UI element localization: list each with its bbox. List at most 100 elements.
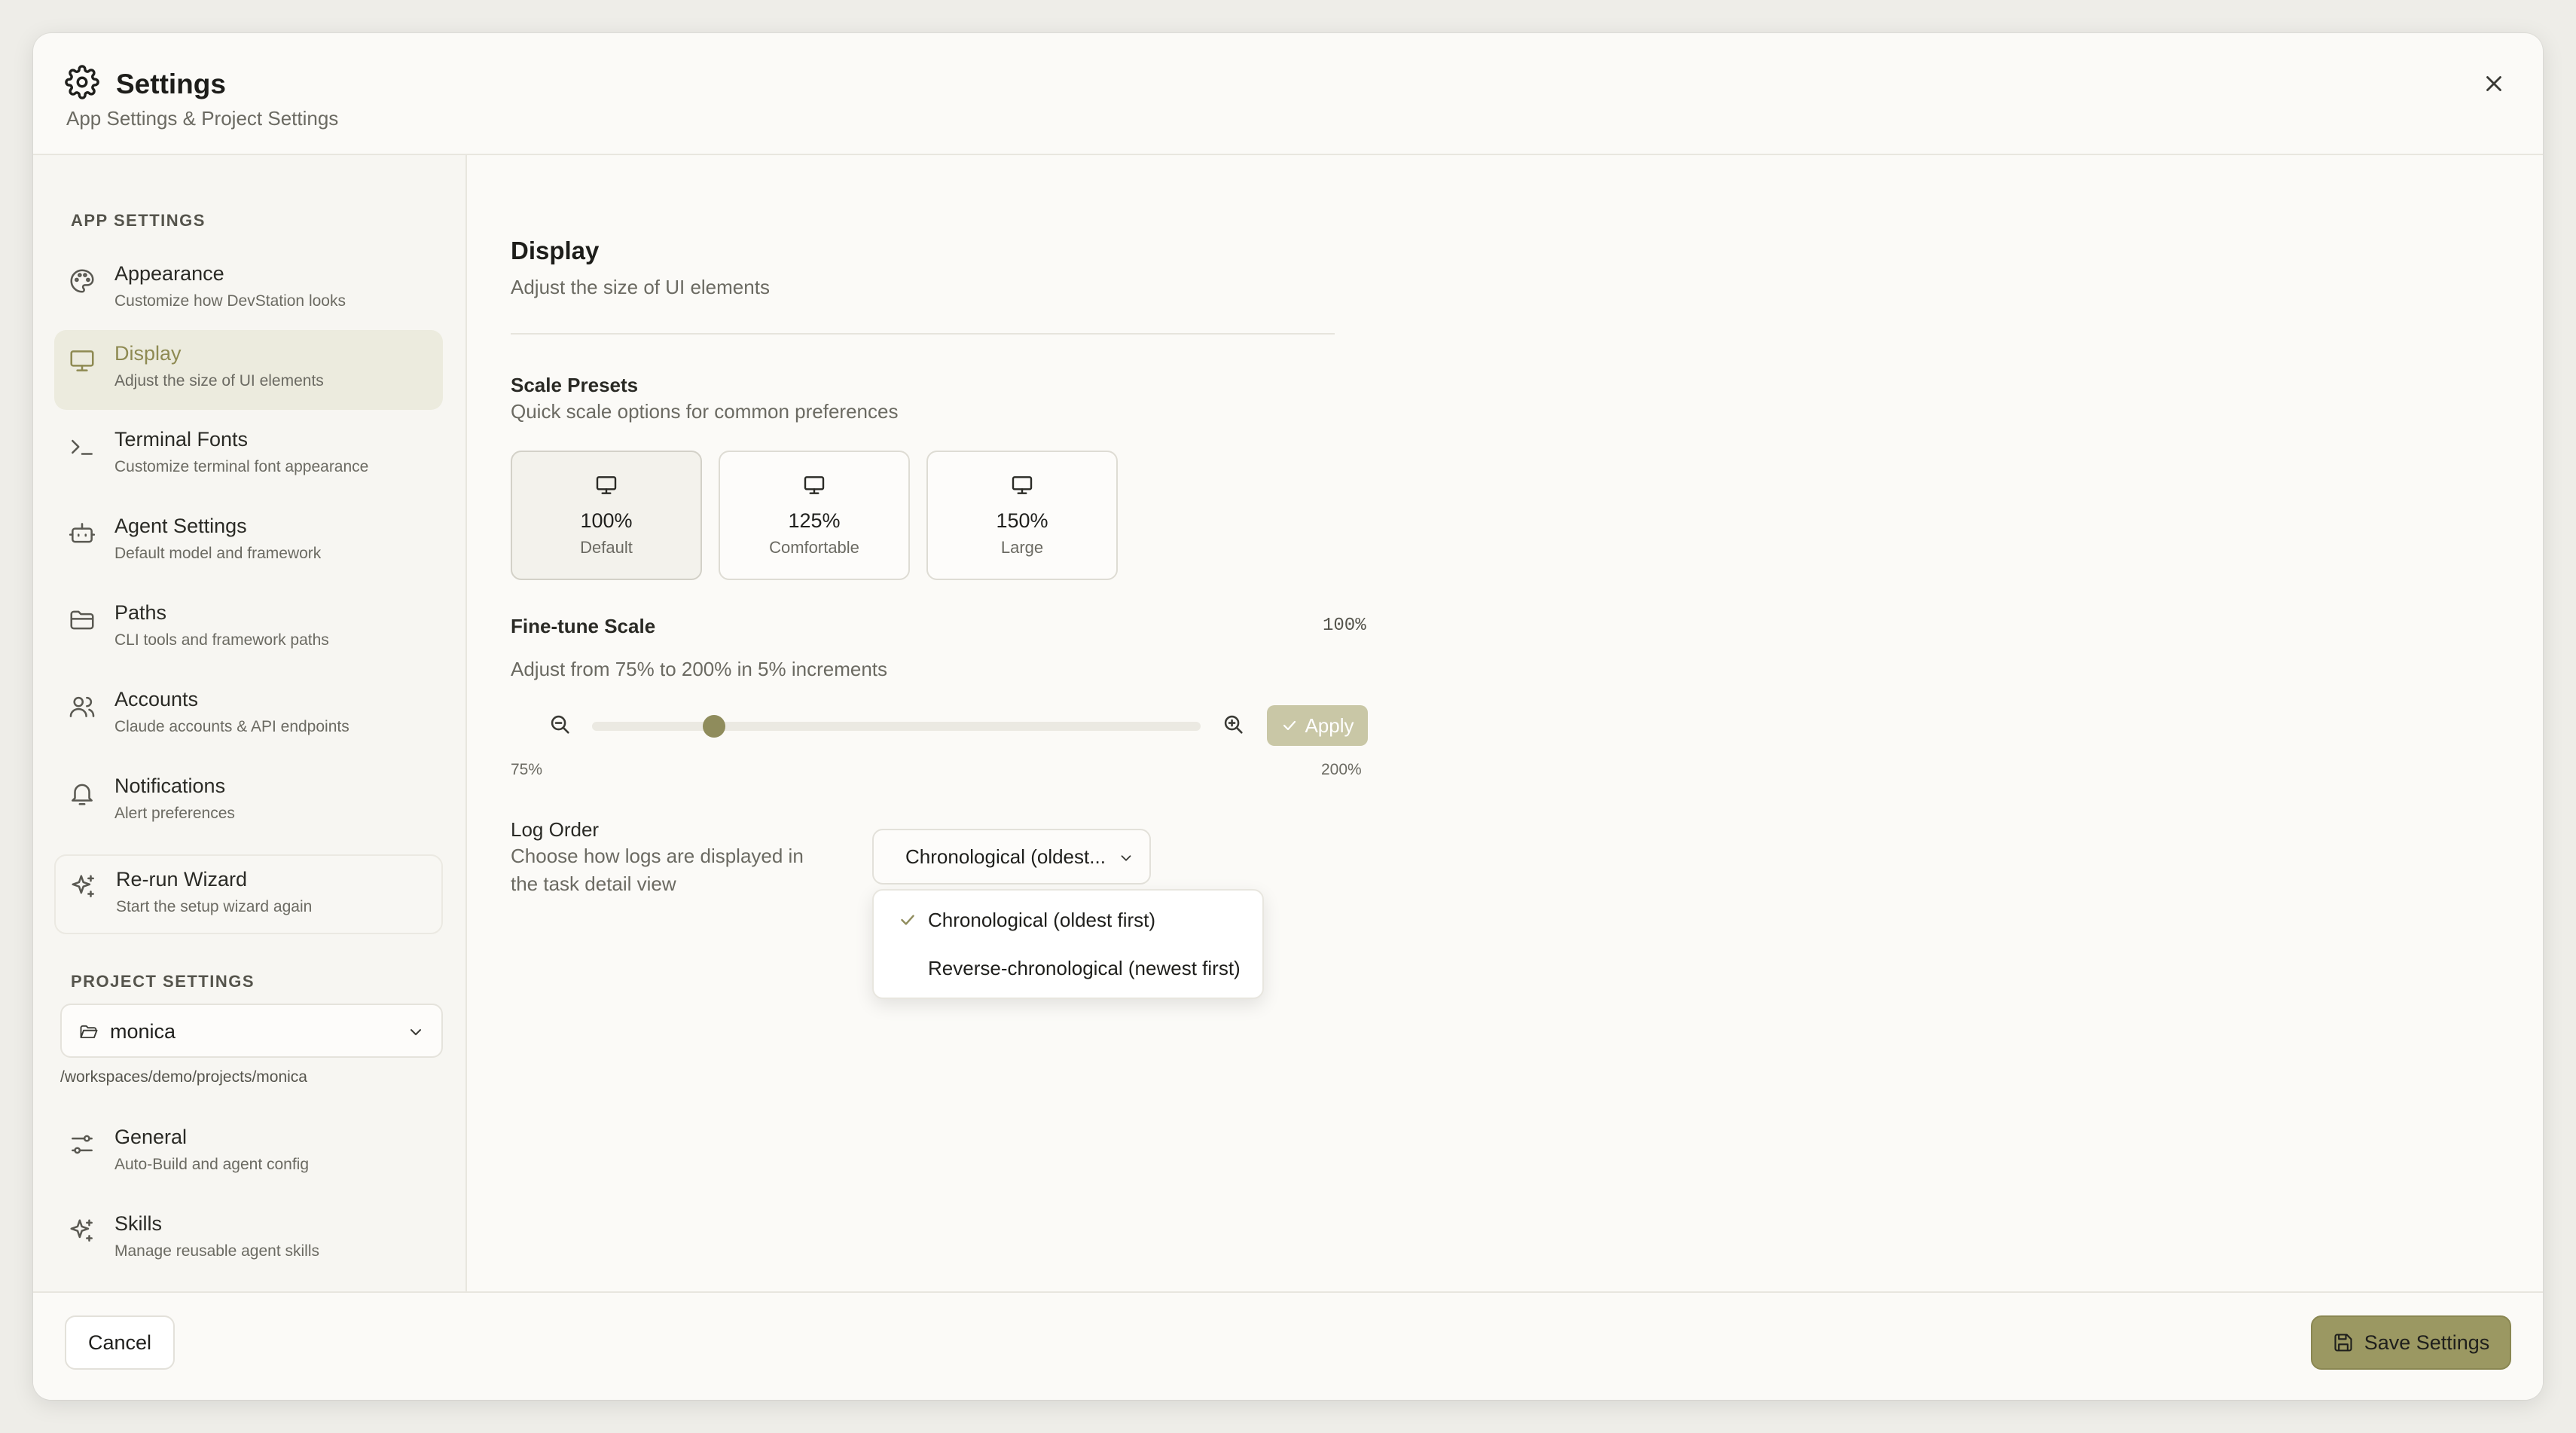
slider-max-label: 200% (1321, 761, 1362, 778)
monitor-icon (594, 473, 618, 497)
sidebar-item-desc: CLI tools and framework paths (114, 631, 329, 649)
preset-label: Comfortable (769, 538, 859, 557)
folder-open-icon (80, 1025, 98, 1038)
sidebar-item-label: Display (114, 342, 182, 365)
folder-icon (68, 606, 96, 634)
sidebar-item-label: General (114, 1126, 188, 1148)
bot-icon (68, 519, 96, 548)
log-order-option-chronological[interactable]: Chronological (oldest first) (880, 897, 1258, 942)
preset-100[interactable]: 100% Default (511, 451, 702, 580)
settings-sidebar: APP SETTINGS Appearance Customize how De… (33, 155, 467, 1291)
section-title: Display (511, 237, 600, 264)
monitor-icon (802, 473, 826, 497)
save-icon (2334, 1334, 2352, 1352)
palette-icon (68, 267, 96, 295)
check-icon (1283, 720, 1296, 731)
preset-150[interactable]: 150% Large (926, 451, 1118, 580)
monitor-icon (68, 347, 96, 375)
sidebar-item-desc: Customize terminal font appearance (114, 458, 369, 475)
sidebar-item-desc: Alert preferences (114, 805, 235, 822)
chevron-down-icon (411, 1029, 421, 1035)
preset-value: 150% (996, 509, 1048, 532)
close-icon (2486, 76, 2501, 91)
sidebar-item-desc: Adjust the size of UI elements (114, 372, 324, 390)
scale-presets-desc: Quick scale options for common preferenc… (511, 400, 899, 423)
project-select-value: monica (110, 1020, 176, 1043)
sidebar-item-accounts[interactable]: Accounts Claude accounts & API endpoints (54, 676, 443, 756)
sidebar-item-label: Accounts (114, 688, 199, 710)
dialog-footer: Cancel Save Settings (33, 1291, 2543, 1400)
log-order-desc: Choose how logs are displayed in the tas… (511, 845, 804, 895)
settings-dialog: Settings App Settings & Project Settings… (33, 33, 2543, 1400)
apply-label: Apply (1305, 713, 1354, 737)
cancel-button[interactable]: Cancel (65, 1315, 175, 1370)
app-settings-label: APP SETTINGS (71, 211, 206, 230)
sidebar-item-general[interactable]: General Auto-Build and agent config (54, 1114, 443, 1193)
preset-label: Default (580, 538, 633, 557)
sidebar-item-label: Appearance (114, 262, 224, 285)
sidebar-item-rerun-wizard[interactable]: Re-run Wizard Start the setup wizard aga… (54, 854, 443, 934)
settings-content: Display Adjust the size of UI elements S… (469, 155, 2543, 1291)
preset-125[interactable]: 125% Comfortable (719, 451, 910, 580)
log-order-title: Log Order (511, 818, 600, 841)
preset-label: Large (1000, 538, 1044, 557)
zoom-out-icon[interactable] (547, 711, 572, 737)
sidebar-item-desc: Default model and framework (114, 545, 322, 562)
preset-value: 125% (788, 509, 841, 532)
sidebar-item-paths[interactable]: Paths CLI tools and framework paths (54, 589, 443, 669)
sidebar-item-desc: Claude accounts & API endpoints (114, 718, 349, 735)
scale-presets-title: Scale Presets (511, 374, 639, 396)
sidebar-item-appearance[interactable]: Appearance Customize how DevStation look… (54, 250, 443, 330)
close-button[interactable] (2475, 65, 2513, 102)
divider (511, 333, 1335, 335)
dialog-header: Settings App Settings & Project Settings (33, 33, 2543, 155)
sidebar-item-label: Agent Settings (114, 515, 247, 537)
terminal-icon (68, 432, 96, 461)
sidebar-item-display[interactable]: Display Adjust the size of UI elements (54, 330, 443, 410)
fine-tune-current-value: 100% (1323, 616, 1366, 636)
sidebar-item-label: Paths (114, 601, 167, 624)
option-label: Chronological (oldest first) (928, 909, 1156, 931)
title-row: Settings (65, 65, 226, 103)
monitor-icon (1010, 473, 1034, 497)
section-subtitle: Adjust the size of UI elements (511, 276, 770, 298)
log-order-menu: Chronological (oldest first) Reverse-chr… (872, 889, 1264, 999)
sidebar-item-notifications[interactable]: Notifications Alert preferences (54, 762, 443, 842)
sliders-icon (68, 1130, 96, 1159)
project-settings-label: PROJECT SETTINGS (71, 972, 255, 991)
sidebar-item-desc: Auto-Build and agent config (114, 1156, 310, 1173)
sidebar-item-label: Skills (114, 1212, 163, 1235)
zoom-in-icon[interactable] (1220, 711, 1246, 737)
sidebar-item-terminal-fonts[interactable]: Terminal Fonts Customize terminal font a… (54, 416, 443, 496)
fine-tune-title: Fine-tune Scale (511, 615, 656, 637)
dialog-title: Settings (116, 68, 226, 99)
sidebar-item-desc: Customize how DevStation looks (114, 292, 346, 310)
check-icon (901, 915, 914, 925)
sidebar-item-desc: Start the setup wizard again (116, 898, 313, 915)
save-label: Save Settings (2364, 1331, 2490, 1354)
project-path: /workspaces/demo/projects/monica (60, 1068, 307, 1086)
log-order-select[interactable]: Chronological (oldest... (872, 829, 1151, 885)
apply-button[interactable]: Apply (1267, 705, 1368, 746)
project-select[interactable]: monica (60, 1004, 443, 1058)
bell-icon (68, 779, 96, 808)
sidebar-item-label: Notifications (114, 775, 226, 797)
preset-value: 100% (580, 509, 633, 532)
sidebar-item-desc: Manage reusable agent skills (114, 1242, 319, 1260)
dialog-subtitle: App Settings & Project Settings (66, 107, 339, 130)
slider-min-label: 75% (511, 761, 543, 778)
fine-tune-desc: Adjust from 75% to 200% in 5% increments (511, 658, 888, 680)
sidebar-item-label: Terminal Fonts (114, 428, 249, 451)
scale-slider[interactable] (592, 715, 1201, 738)
sidebar-item-agent-settings[interactable]: Agent Settings Default model and framewo… (54, 503, 443, 582)
sparkles-icon (68, 1217, 96, 1245)
chevron-down-icon (1121, 855, 1131, 861)
option-label: Reverse-chronological (newest first) (928, 957, 1241, 979)
log-order-option-reverse[interactable]: Reverse-chronological (newest first) (880, 945, 1258, 990)
sparkles-icon (69, 872, 98, 901)
save-settings-button[interactable]: Save Settings (2311, 1315, 2511, 1370)
users-icon (68, 692, 96, 721)
log-order-select-value: Chronological (oldest... (905, 845, 1106, 868)
sidebar-item-skills[interactable]: Skills Manage reusable agent skills (54, 1200, 443, 1280)
slider-thumb[interactable] (702, 715, 725, 738)
